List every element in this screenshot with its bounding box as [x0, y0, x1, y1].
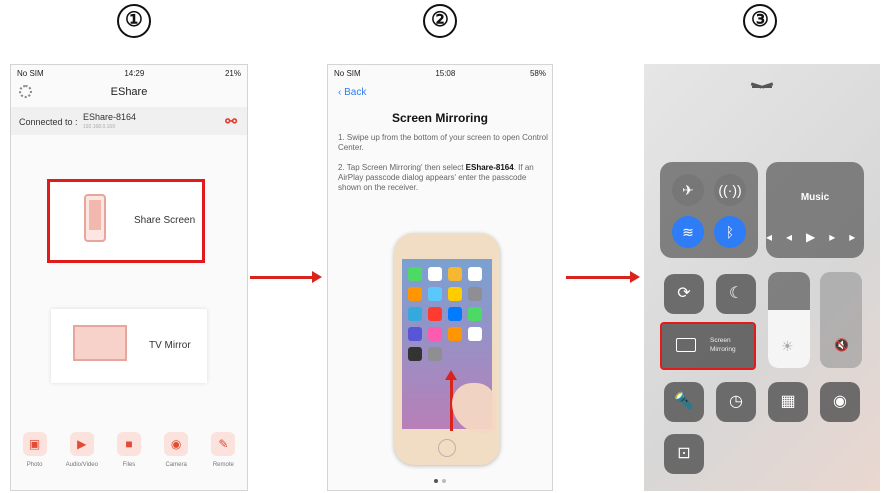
brightness-slider[interactable]: ☀: [768, 272, 810, 368]
camera-icon: ◉: [164, 432, 189, 456]
device-name: EShare-8164: [83, 112, 137, 122]
connectivity-tile: ✈ ((·)) ≋ ᛒ: [660, 162, 758, 258]
app-header: EShare: [11, 81, 247, 103]
folder-icon: ■: [116, 432, 141, 456]
tv-mirror-label: TV Mirror: [149, 340, 191, 351]
dock-item-remote[interactable]: ✎ Remote: [203, 432, 243, 490]
arrow-right-icon: [250, 271, 322, 283]
dock-label: Files: [122, 462, 136, 468]
gear-icon[interactable]: [19, 85, 32, 98]
time-label: 15:08: [435, 68, 456, 78]
cellular-icon[interactable]: ((·)): [714, 174, 746, 206]
dock-label: Photo: [26, 462, 43, 468]
dock-label: Remote: [212, 462, 234, 468]
disconnect-icon[interactable]: ⚯: [225, 113, 237, 130]
connection-bar[interactable]: Connected to : EShare-8164 192.168.0.169…: [11, 107, 247, 135]
eshare-app-screen: No SIM 14:29 21% EShare Connected to : E…: [10, 64, 248, 491]
volume-slider[interactable]: 🔇: [820, 272, 862, 368]
battery-label: 21%: [224, 68, 241, 78]
page-indicator: [434, 479, 446, 483]
step-1-badge: ①: [117, 4, 151, 38]
calculator-icon[interactable]: ▦: [768, 382, 808, 422]
phone-illustration-icon: [84, 194, 106, 242]
step2-prefix: 2. Tap Screen Mirroring' then select: [338, 163, 466, 172]
moon-icon[interactable]: ☾: [716, 274, 756, 314]
share-screen-label: Share Screen: [134, 215, 196, 226]
dock-item-files[interactable]: ■ Files: [109, 432, 149, 490]
back-button[interactable]: ‹ Back: [338, 87, 366, 98]
rotation-lock-icon[interactable]: ⟳: [664, 274, 704, 314]
tutorial-stage: ① ② ③ No SIM 14:29 21% EShare Connected …: [0, 0, 885, 493]
screen-mirroring-guide: No SIM 15:08 58% ‹ Back Screen Mirroring…: [327, 64, 553, 491]
app-icon-grid: [408, 267, 488, 361]
time-label: 14:29: [124, 68, 145, 78]
status-bar: No SIM 14:29 21%: [11, 65, 247, 81]
dock-item-photo[interactable]: ▣ Photo: [15, 432, 55, 490]
carrier-label: No SIM: [334, 68, 361, 78]
step-3-badge: ③: [743, 4, 777, 38]
page-dot: [434, 479, 438, 483]
bottom-dock: ▣ Photo ▶ Audio/Video ■ Files ◉ Camera ✎ Remo…: [11, 426, 247, 490]
screen-mirroring-icon: [676, 338, 696, 352]
instruction-step-2: 2. Tap Screen Mirroring' then select ESh…: [338, 163, 550, 193]
camera-icon[interactable]: ◉: [820, 382, 860, 422]
flashlight-icon[interactable]: 🔦: [664, 382, 704, 422]
app-title: EShare: [110, 86, 148, 98]
wifi-icon[interactable]: ≋: [672, 216, 704, 248]
remote-icon: ✎: [211, 432, 236, 456]
bluetooth-icon[interactable]: ᛒ: [714, 216, 746, 248]
step2-device: EShare-8164: [465, 163, 514, 172]
connected-label: Connected to :: [19, 117, 78, 127]
sun-icon: ☀: [781, 338, 794, 354]
iphone-illustration: [394, 233, 500, 465]
page-dot: [442, 479, 446, 483]
ios-control-center: ✈ ((·)) ≋ ᛒ Music ◂◂▶▸▸ ⟳ ☾ ☀ 🔇 Screen M…: [644, 64, 880, 491]
tv-mirror-button[interactable]: TV Mirror: [51, 309, 207, 383]
photo-icon: ▣: [22, 432, 47, 456]
video-icon: ▶: [69, 432, 94, 456]
device-ip: 192.168.0.169: [83, 124, 115, 130]
back-label: Back: [344, 87, 367, 98]
page-title: Screen Mirroring: [391, 111, 489, 125]
home-button-icon: [438, 439, 456, 457]
dock-item-camera[interactable]: ◉ Camera: [156, 432, 196, 490]
media-controls[interactable]: ◂◂▶▸▸: [766, 230, 864, 244]
mute-icon: 🔇: [834, 338, 849, 352]
status-bar: No SIM 15:08 58%: [328, 65, 552, 81]
step-2-badge: ②: [423, 4, 457, 38]
timer-icon[interactable]: ◷: [716, 382, 756, 422]
carrier-label: No SIM: [17, 68, 44, 78]
instruction-step-1: 1. Swipe up from the bottom of your scre…: [338, 133, 548, 152]
music-label: Music: [800, 192, 830, 203]
dock-label: Camera: [165, 462, 187, 468]
screen-mirroring-button[interactable]: Screen Mirroring: [660, 322, 756, 370]
share-screen-button[interactable]: Share Screen: [47, 179, 205, 263]
dock-label: Audio/Video: [65, 462, 98, 468]
airplane-icon[interactable]: ✈: [672, 174, 704, 206]
battery-label: 58%: [529, 68, 546, 78]
music-tile[interactable]: Music ◂◂▶▸▸: [766, 162, 864, 258]
arrow-right-icon: [566, 271, 640, 283]
dock-item-audio-video[interactable]: ▶ Audio/Video: [62, 432, 102, 490]
qr-scanner-icon[interactable]: ⊡: [664, 434, 704, 474]
tv-illustration-icon: [73, 325, 127, 361]
chevron-down-icon[interactable]: [752, 80, 772, 88]
screen-mirroring-label: Screen Mirroring: [710, 337, 736, 353]
